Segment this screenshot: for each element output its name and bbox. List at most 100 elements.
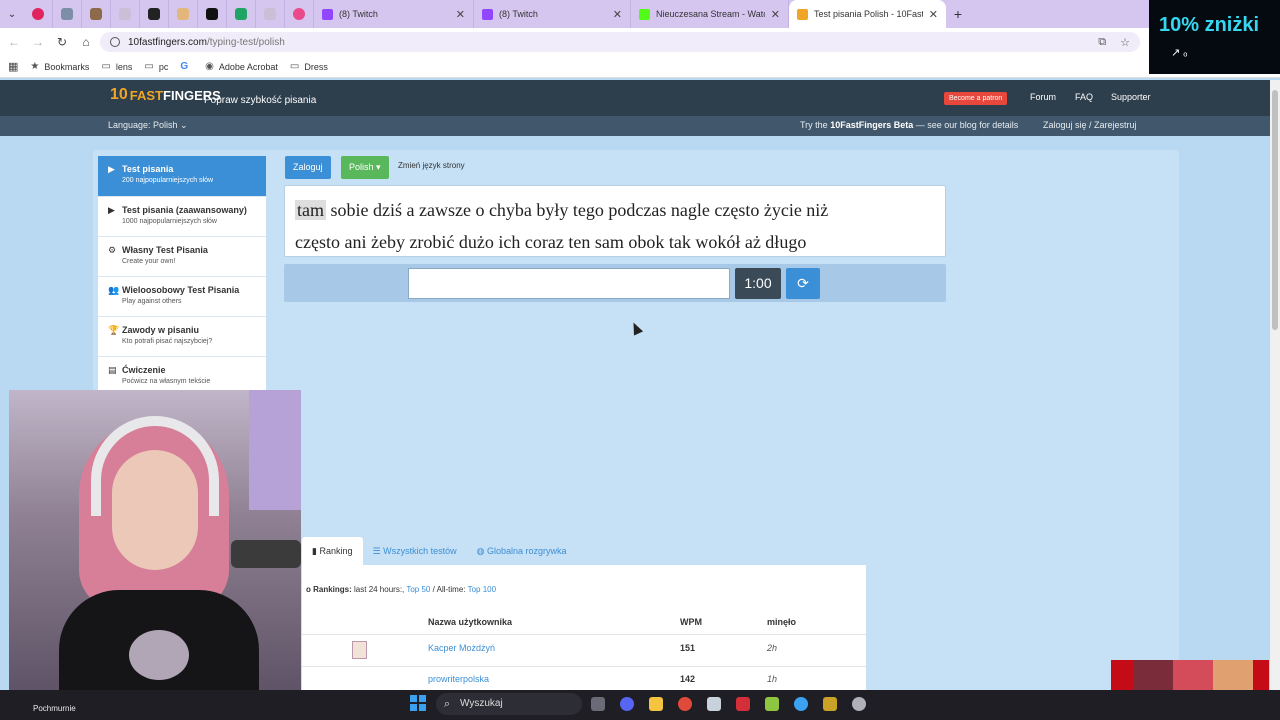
bookmark-item[interactable]: ★ Bookmarks bbox=[30, 61, 89, 72]
app-icon[interactable] bbox=[707, 697, 721, 711]
login-register-link[interactable]: Zaloguj się / Zarejestruj bbox=[1043, 120, 1137, 130]
bookmark-star-icon[interactable]: ☆ bbox=[1120, 36, 1130, 49]
headphones bbox=[91, 416, 219, 516]
sidebar-item-advanced-test[interactable]: ▶ Test pisania (zaawansowany) 1000 najpo… bbox=[98, 197, 266, 237]
bookmark-item[interactable]: ◉ Adobe Acrobat bbox=[205, 61, 278, 72]
pinned-tab[interactable] bbox=[140, 0, 169, 28]
typing-input[interactable] bbox=[408, 268, 730, 299]
app-icon[interactable] bbox=[852, 697, 866, 711]
promo-subtext: ↗ ₒ bbox=[1171, 47, 1188, 59]
pinned-tab[interactable] bbox=[53, 0, 82, 28]
language-dropdown-button[interactable]: Polish ▾ bbox=[341, 156, 389, 179]
app-icon[interactable] bbox=[736, 697, 750, 711]
become-patron-button[interactable]: Become a patron bbox=[944, 92, 1008, 105]
change-site-language-link[interactable]: Zmień język strony bbox=[398, 161, 465, 170]
home-icon[interactable]: ⌂ bbox=[74, 35, 98, 49]
twitch-icon bbox=[482, 8, 493, 20]
top50-link[interactable]: Top 50 bbox=[406, 585, 430, 594]
tab-ranking[interactable]: ▮ Ranking bbox=[302, 537, 363, 565]
ranking-filter-line: o Rankings: last 24 hours:, Top 50 / All… bbox=[306, 585, 497, 594]
site-header: 10 FAST FINGERS Popraw szybkość pisania Be… bbox=[0, 80, 1270, 136]
new-tab-button[interactable]: + bbox=[946, 6, 970, 22]
browser-tab-strip: ⌄ (8) Twitch ✕ (8) Twitch ✕ Nieuczesana … bbox=[0, 0, 1150, 28]
tab-title: Nieuczesana Stream - Watch Li bbox=[656, 9, 765, 19]
star-icon: ★ bbox=[30, 61, 40, 72]
tab-global-game[interactable]: ◍ Globalna rozgrywka bbox=[467, 537, 577, 565]
close-tab-icon[interactable]: ✕ bbox=[929, 8, 938, 21]
weather-widget[interactable]: Pochmurnie bbox=[33, 704, 76, 713]
column-header-wpm[interactable]: WPM bbox=[680, 617, 702, 627]
table-row-ago: 1h bbox=[767, 674, 778, 684]
column-header-user[interactable]: Nazwa użytkownika bbox=[428, 617, 512, 627]
screen: ⌄ (8) Twitch ✕ (8) Twitch ✕ Nieuczesana … bbox=[0, 0, 1280, 720]
league-icon[interactable] bbox=[823, 697, 837, 711]
sidebar-item-multiplayer[interactable]: 👥 Wieloosobowy Test Pisania Play against… bbox=[98, 277, 266, 317]
discord-icon[interactable] bbox=[620, 697, 634, 711]
close-tab-icon[interactable]: ✕ bbox=[771, 8, 780, 21]
sidebar-item-competitions[interactable]: 🏆 Zawody w pisaniu Kto potrafi pisać naj… bbox=[98, 317, 266, 357]
back-icon[interactable]: ← bbox=[2, 35, 26, 49]
pinned-tab[interactable] bbox=[198, 0, 227, 28]
url-path: /typing-test/polish bbox=[206, 36, 285, 48]
countdown-timer: 1:00 bbox=[735, 268, 781, 299]
bookmark-folder[interactable]: ▭ pc bbox=[144, 61, 168, 72]
login-button[interactable]: Zaloguj bbox=[285, 156, 331, 179]
restart-button[interactable]: ⟳ bbox=[786, 268, 820, 299]
bookmark-folder[interactable]: ▭ lens bbox=[101, 61, 132, 72]
pinned-tab[interactable] bbox=[111, 0, 140, 28]
pinned-tab[interactable] bbox=[82, 0, 111, 28]
page-scrollbar[interactable] bbox=[1270, 80, 1280, 690]
pinned-tab[interactable] bbox=[24, 0, 53, 28]
bookmarks-bar: ▦ ★ Bookmarks ▭ lens ▭ pc G ◉ Adobe Acrobat … bbox=[0, 56, 1280, 78]
table-row-user[interactable]: Kacper Możdżyń bbox=[428, 643, 495, 653]
nav-faq[interactable]: FAQ bbox=[1075, 92, 1093, 102]
sidebar-item-typing-test[interactable]: ▶ Test pisania 200 najpopularniejszych s… bbox=[98, 156, 266, 197]
nav-forum[interactable]: Forum bbox=[1030, 92, 1056, 102]
site-info-icon[interactable] bbox=[110, 37, 120, 47]
browser-tab-active[interactable]: Test pisania Polish - 10FastFing ✕ bbox=[789, 0, 946, 28]
column-header-ago[interactable]: minęło bbox=[767, 617, 796, 627]
reload-icon[interactable]: ↻ bbox=[50, 35, 74, 49]
browser-tab[interactable]: Nieuczesana Stream - Watch Li ✕ bbox=[631, 0, 789, 28]
file-explorer-icon[interactable] bbox=[649, 697, 663, 711]
google-icon: G bbox=[180, 61, 189, 72]
table-row-wpm: 142 bbox=[680, 674, 696, 684]
list-icon: ☰ bbox=[372, 546, 381, 556]
word-line-1: sobie dziś a zawsze o chyba były tego po… bbox=[330, 200, 829, 220]
avatar bbox=[352, 641, 367, 659]
tab-all-tests[interactable]: ☰ Wszystkich testów bbox=[363, 537, 467, 565]
task-view-icon[interactable] bbox=[591, 697, 605, 711]
table-row-ago: 2h bbox=[767, 643, 778, 653]
top100-link[interactable]: Top 100 bbox=[468, 585, 496, 594]
pinned-tab[interactable] bbox=[285, 0, 314, 28]
acrobat-icon: ◉ bbox=[205, 61, 214, 72]
chrome-icon[interactable] bbox=[678, 697, 692, 711]
translate-icon[interactable]: ⧉ bbox=[1098, 36, 1106, 49]
chart-icon: ▮ bbox=[312, 546, 317, 556]
play-icon: ▶ bbox=[108, 205, 115, 215]
browser-tab[interactable]: (8) Twitch ✕ bbox=[474, 0, 631, 28]
app-icon[interactable] bbox=[794, 697, 808, 711]
table-row-user[interactable]: prowriterpolska bbox=[428, 674, 489, 684]
pinned-tab[interactable] bbox=[227, 0, 256, 28]
bookmark-item[interactable]: G bbox=[180, 61, 193, 72]
language-selector[interactable]: Language: Polish ⌄ bbox=[108, 120, 188, 131]
pinned-tab[interactable] bbox=[169, 0, 198, 28]
current-word: tam bbox=[295, 200, 326, 220]
taskbar-search[interactable]: ⌕ Wyszukaj bbox=[436, 693, 582, 715]
tab-title: (8) Twitch bbox=[499, 9, 538, 19]
apps-grid-icon[interactable]: ▦ bbox=[8, 60, 18, 73]
close-tab-icon[interactable]: ✕ bbox=[613, 8, 622, 21]
sidebar-item-custom-test[interactable]: ⚙ Własny Test Pisania Create your own! bbox=[98, 237, 266, 277]
windows-start-icon[interactable] bbox=[410, 695, 426, 711]
address-bar[interactable]: 10fastfingers.com/typing-test/polish ⧉ ☆ bbox=[100, 32, 1140, 52]
tab-search-icon[interactable]: ⌄ bbox=[0, 0, 24, 28]
browser-tab[interactable]: (8) Twitch ✕ bbox=[314, 0, 474, 28]
search-icon: ⌕ bbox=[444, 698, 451, 710]
nav-supporter[interactable]: Supporter bbox=[1111, 92, 1151, 102]
app-icon[interactable] bbox=[765, 697, 779, 711]
bookmark-folder[interactable]: ▭ Dress bbox=[290, 61, 328, 72]
pinned-tab[interactable] bbox=[256, 0, 285, 28]
forward-icon[interactable]: → bbox=[26, 35, 50, 49]
close-tab-icon[interactable]: ✕ bbox=[456, 8, 465, 21]
